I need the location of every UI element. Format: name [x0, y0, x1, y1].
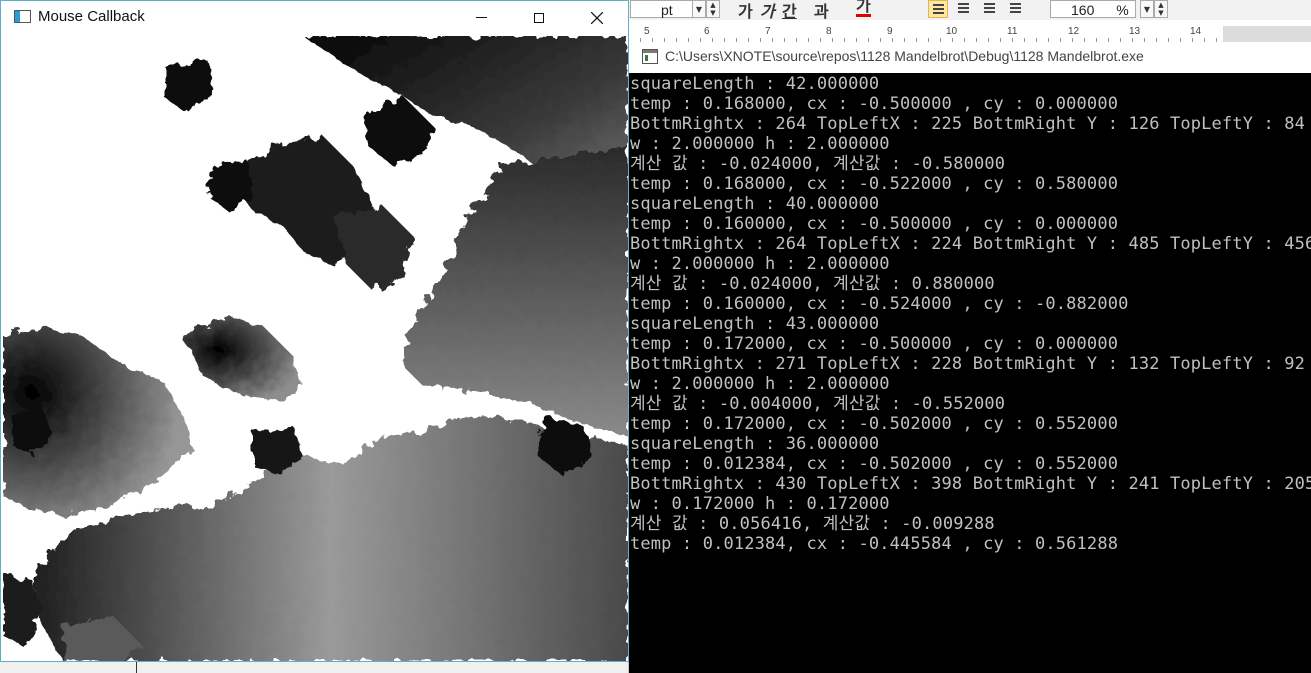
- console-line: w : 2.000000 h : 2.000000: [630, 134, 890, 154]
- minimize-icon: [475, 17, 487, 18]
- console-line: temp : 0.172000, cx : -0.502000 , cy : 0…: [630, 414, 1119, 434]
- console-line: squareLength : 43.000000: [630, 314, 880, 334]
- zoom-spinner-icon[interactable]: ▲ ▼: [1154, 0, 1168, 18]
- close-button[interactable]: [568, 1, 626, 34]
- console-window[interactable]: C:\Users\XNOTE\source\repos\1128 Mandelb…: [628, 42, 1311, 673]
- console-line: BottmRightx : 430 TopLeftX : 398 BottmRi…: [630, 474, 1311, 494]
- ruler-number: 5: [644, 26, 650, 37]
- console-output: squareLength : 42.000000 temp : 0.168000,…: [630, 73, 1311, 673]
- align-right-button[interactable]: [1006, 0, 1026, 18]
- ruler-number: 13: [1129, 26, 1141, 37]
- mouse-callback-window[interactable]: Mouse Callback: [0, 0, 629, 662]
- console-line: temp : 0.012384, cx : -0.502000 , cy : 0…: [630, 454, 1119, 474]
- align-center-icon: [984, 3, 995, 14]
- align-left-icon: [958, 3, 969, 14]
- ruler-number: 14: [1190, 26, 1202, 37]
- ruler-number: 9: [887, 26, 893, 37]
- ruler-number: 10: [946, 26, 958, 37]
- app-icon: [14, 10, 31, 23]
- minimize-button[interactable]: [452, 1, 510, 34]
- console-line: 계산 값 : -0.004000, 계산값 : -0.552000: [630, 394, 1006, 414]
- underline-char-button[interactable]: 간: [782, 0, 797, 22]
- maximize-button[interactable]: [510, 1, 568, 34]
- console-line: w : 2.000000 h : 2.000000: [630, 374, 890, 394]
- console-line: w : 0.172000 h : 0.172000: [630, 494, 890, 514]
- mouse-callback-title-bar[interactable]: Mouse Callback: [1, 1, 628, 34]
- document-ruler: 5 6 7 8 9 10 11 12 13 14 15: [628, 20, 1311, 43]
- console-line: temp : 0.160000, cx : -0.500000 , cy : 0…: [630, 214, 1119, 234]
- console-line: squareLength : 42.000000: [630, 74, 880, 94]
- align-right-icon: [1010, 3, 1021, 14]
- window-title: Mouse Callback: [38, 8, 145, 25]
- taskbar-divider: [136, 662, 137, 673]
- taskbar-strip: [0, 662, 628, 673]
- mandelbrot-fractal-image: [3, 36, 628, 661]
- align-justify-button[interactable]: [928, 0, 948, 18]
- close-icon: [591, 11, 603, 24]
- console-line: temp : 0.012384, cx : -0.445584 , cy : 0…: [630, 534, 1119, 554]
- console-line: w : 2.000000 h : 2.000000: [630, 254, 890, 274]
- italic-char-button[interactable]: 가: [760, 0, 775, 22]
- ruler-margin: [1223, 26, 1311, 42]
- font-size-unit-field[interactable]: pt: [630, 0, 694, 18]
- zoom-field[interactable]: 160 %: [1050, 0, 1136, 18]
- console-line: BottmRightx : 264 TopLeftX : 224 BottmRi…: [630, 234, 1311, 254]
- font-color-button[interactable]: 가: [856, 0, 871, 17]
- strikethrough-char-button[interactable]: 과: [814, 0, 829, 22]
- console-line: squareLength : 40.000000: [630, 194, 880, 214]
- console-title-bar[interactable]: C:\Users\XNOTE\source\repos\1128 Mandelb…: [629, 42, 1311, 73]
- console-line: temp : 0.172000, cx : -0.500000 , cy : 0…: [630, 334, 1119, 354]
- zoom-unit: %: [1116, 2, 1129, 18]
- console-line: 계산 값 : -0.024000, 계산값 : -0.580000: [630, 154, 1006, 174]
- bold-char-button[interactable]: 가: [738, 0, 753, 22]
- ruler-number: 8: [826, 26, 832, 37]
- align-left-button[interactable]: [954, 0, 974, 18]
- maximize-icon: [534, 12, 544, 23]
- console-line: 계산 값 : -0.024000, 계산값 : 0.880000: [630, 274, 995, 294]
- console-line: temp : 0.168000, cx : -0.500000 , cy : 0…: [630, 94, 1119, 114]
- ruler-number: 7: [765, 26, 771, 37]
- console-line: temp : 0.160000, cx : -0.524000 , cy : -…: [630, 294, 1129, 314]
- console-line: 계산 값 : 0.056416, 계산값 : -0.009288: [630, 514, 995, 534]
- console-line: BottmRightx : 271 TopLeftX : 228 BottmRi…: [630, 354, 1306, 374]
- align-justify-icon: [933, 4, 944, 15]
- ruler-number: 12: [1068, 26, 1080, 37]
- align-center-button[interactable]: [980, 0, 1000, 18]
- font-size-dropdown-icon[interactable]: ▼: [692, 0, 706, 18]
- font-size-spinner-icon[interactable]: ▲ ▼: [706, 0, 720, 18]
- console-app-icon: [642, 49, 658, 64]
- zoom-value: 160: [1071, 2, 1095, 18]
- console-line: squareLength : 36.000000: [630, 434, 880, 454]
- mandelbrot-canvas[interactable]: [3, 36, 628, 661]
- ruler-number: 11: [1007, 26, 1018, 37]
- console-line: temp : 0.168000, cx : -0.522000 , cy : 0…: [630, 174, 1119, 194]
- console-window-title: C:\Users\XNOTE\source\repos\1128 Mandelb…: [665, 48, 1144, 64]
- background-app-toolbar: pt ▼ ▲ ▼ 가 가 간 과 가 160 % ▼ ▲ ▼: [628, 0, 1311, 21]
- zoom-dropdown-icon[interactable]: ▼: [1140, 0, 1154, 18]
- ruler-number: 6: [704, 26, 710, 37]
- console-line: BottmRightx : 264 TopLeftX : 225 BottmRi…: [630, 114, 1306, 134]
